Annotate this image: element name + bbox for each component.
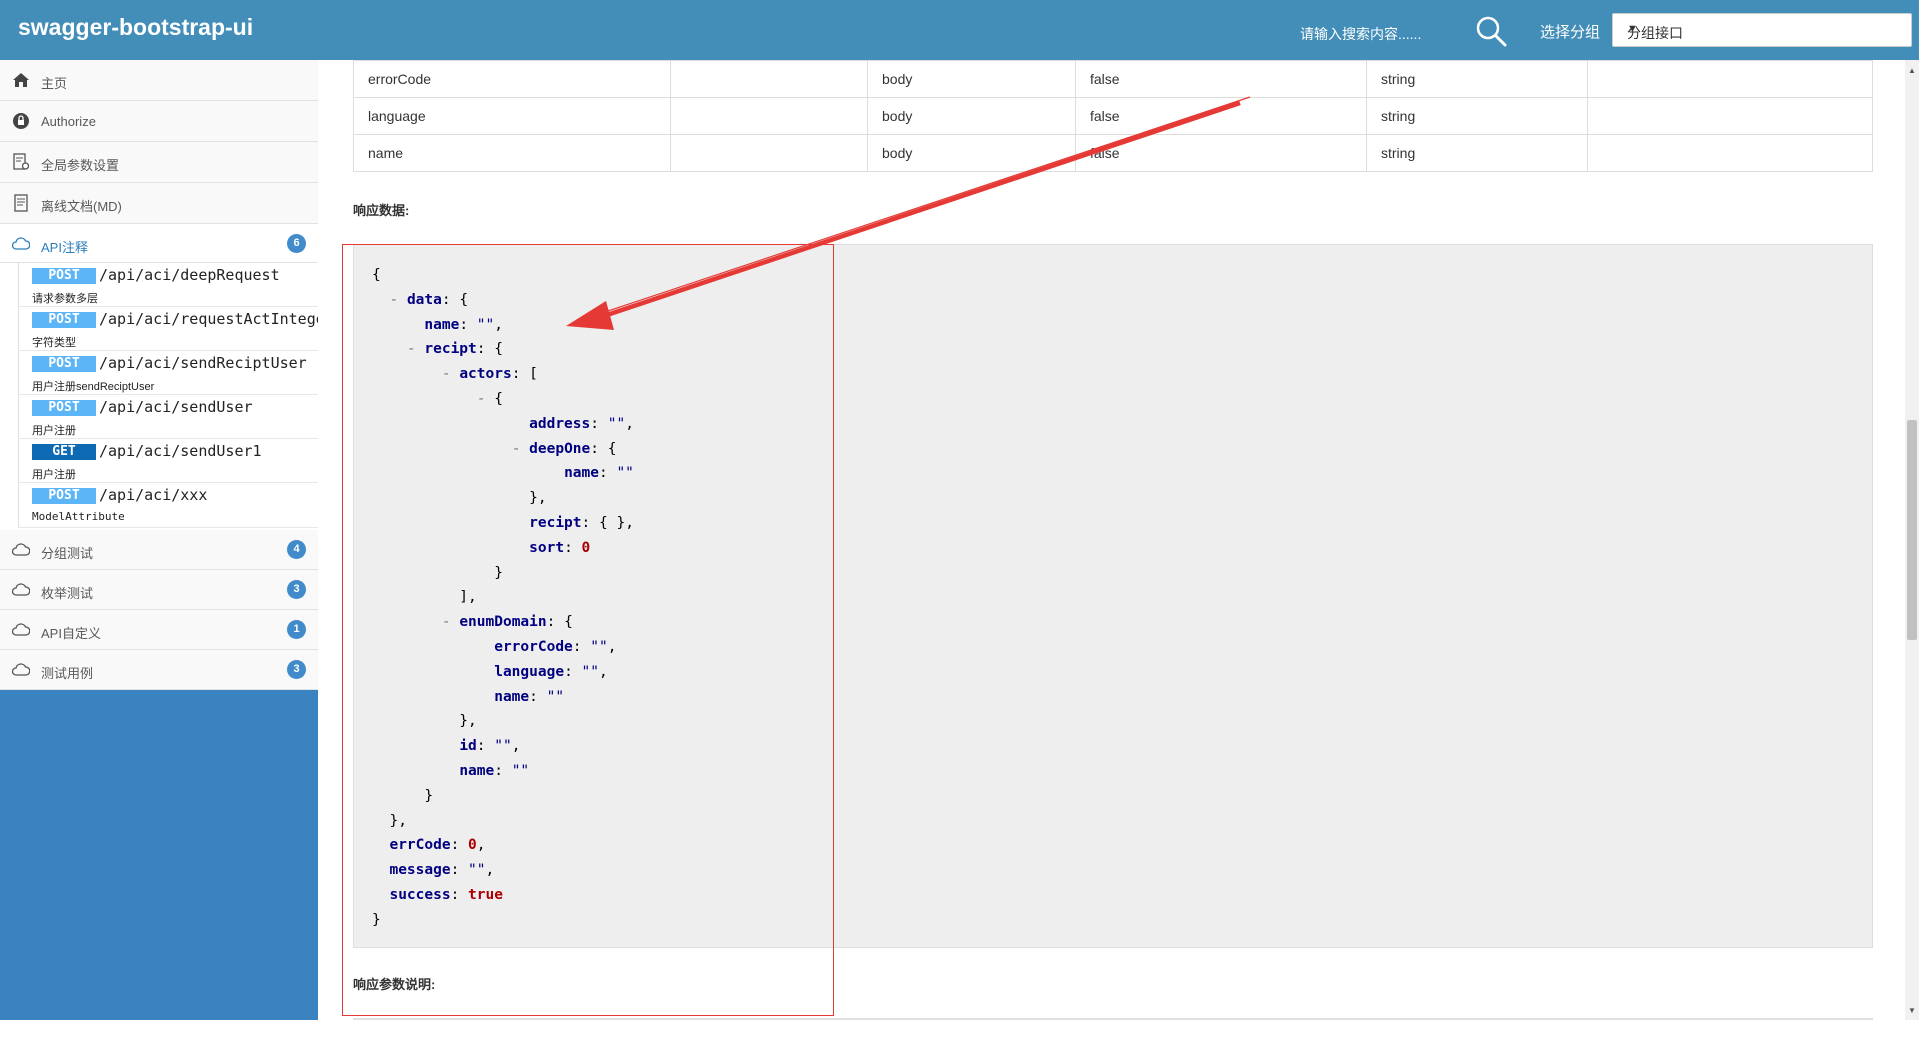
vertical-scrollbar[interactable]: ▲ ▼: [1905, 60, 1919, 1020]
table-cell: errorCode: [353, 60, 671, 98]
table-cell: [670, 97, 868, 135]
table-cell: string: [1366, 60, 1588, 98]
sidebar-item-label: 枚举测试: [41, 586, 94, 601]
table-cell: [670, 134, 868, 172]
sidebar-item-label: 离线文档(MD): [41, 199, 122, 214]
api-list: POST /api/aci/deepRequest 请求参数多层 POST /a…: [0, 263, 318, 530]
count-badge: 3: [287, 580, 306, 599]
sidebar-item-group-test[interactable]: 分组测试 4: [0, 530, 318, 570]
sidebar: 主页 Authorize 全局参数设置 离线文档(MD) API注释 6 POS…: [0, 60, 318, 1020]
table-cell: false: [1075, 134, 1367, 172]
sidebar-item-label: 分组测试: [41, 546, 94, 561]
table-row: errorCode body false string: [353, 60, 1873, 98]
table-cell: language: [353, 97, 671, 135]
sidebar-item-offline-doc[interactable]: 离线文档(MD): [0, 183, 318, 224]
sidebar-item-label: API自定义: [41, 626, 101, 641]
table-cell: name: [353, 134, 671, 172]
api-path: /api/aci/requestActInteger: [99, 310, 318, 328]
table-cell: false: [1075, 60, 1367, 98]
method-badge: POST: [32, 356, 96, 372]
sidebar-item-label: API注释: [41, 240, 88, 255]
document-icon: [14, 194, 28, 212]
sidebar-item-label: 主页: [41, 76, 68, 91]
settings-doc-icon: [13, 153, 30, 170]
cloud-icon: [12, 623, 30, 636]
table-cell: [670, 60, 868, 98]
count-badge: 1: [287, 620, 306, 639]
api-desc: 用户注册sendReciptUser: [32, 381, 155, 393]
table-row: name body false string: [353, 134, 1873, 172]
api-item-xxx[interactable]: POST /api/aci/xxx ModelAttribute: [18, 483, 318, 528]
count-badge: 3: [287, 660, 306, 679]
scrollbar-thumb[interactable]: [1907, 420, 1917, 640]
table-row: language body false string: [353, 97, 1873, 135]
api-desc: 字符类型: [32, 337, 76, 349]
sidebar-item-label: 测试用例: [41, 666, 94, 681]
api-desc: 用户注册: [32, 425, 76, 437]
api-path: /api/aci/sendUser: [99, 398, 253, 416]
sidebar-item-test-cases[interactable]: 测试用例 3: [0, 650, 318, 690]
search-placeholder[interactable]: 请输入搜索内容......: [1300, 24, 1421, 44]
group-select-label: 选择分组: [1540, 24, 1601, 41]
home-icon: [13, 73, 29, 87]
table-cell: body: [867, 60, 1076, 98]
sidebar-item-global-params[interactable]: 全局参数设置: [0, 142, 318, 183]
sidebar-item-authorize[interactable]: Authorize: [0, 101, 318, 142]
method-badge: POST: [32, 488, 96, 504]
api-path: /api/aci/xxx: [99, 486, 208, 504]
api-path: /api/aci/deepRequest: [99, 266, 280, 284]
cloud-icon: [12, 663, 30, 676]
cloud-icon: [12, 543, 30, 556]
request-params-table: errorCode body false string language bod…: [353, 60, 1873, 172]
group-select[interactable]: 分组接口 ▼: [1612, 13, 1912, 47]
table-cell: false: [1075, 97, 1367, 135]
table-cell: string: [1366, 97, 1588, 135]
scroll-down-icon[interactable]: ▼: [1908, 1006, 1916, 1015]
sidebar-item-api-custom[interactable]: API自定义 1: [0, 610, 318, 650]
table-top-border: [353, 1018, 1873, 1020]
search-icon[interactable]: [1474, 14, 1508, 48]
api-desc: 用户注册: [32, 469, 76, 481]
api-item-send-user[interactable]: POST /api/aci/sendUser 用户注册: [18, 395, 318, 439]
scroll-up-icon[interactable]: ▲: [1908, 66, 1916, 75]
sidebar-item-label: 全局参数设置: [41, 158, 120, 173]
table-cell: string: [1366, 134, 1588, 172]
sidebar-item-home[interactable]: 主页: [0, 60, 318, 101]
table-cell: [1587, 134, 1873, 172]
response-data-title: 响应数据:: [353, 203, 410, 218]
method-badge: POST: [32, 312, 96, 328]
api-path: /api/aci/sendReciptUser: [99, 354, 307, 372]
cloud-icon: [12, 583, 30, 596]
lock-icon: [13, 113, 29, 129]
count-badge: 4: [287, 540, 306, 559]
table-cell: body: [867, 97, 1076, 135]
count-badge: 6: [287, 234, 306, 253]
method-badge: POST: [32, 268, 96, 284]
table-cell: [1587, 97, 1873, 135]
api-item-deep-request[interactable]: POST /api/aci/deepRequest 请求参数多层: [18, 263, 318, 307]
sidebar-item-api-notes[interactable]: API注释 6: [0, 224, 318, 263]
brand-title[interactable]: swagger-bootstrap-ui: [18, 14, 253, 41]
cloud-icon: [12, 237, 30, 250]
api-path: /api/aci/sendUser1: [99, 442, 262, 460]
api-desc: 请求参数多层: [32, 293, 98, 305]
api-desc: ModelAttribute: [32, 510, 125, 523]
annotation-highlight-box: [342, 244, 834, 1016]
api-item-send-user1[interactable]: GET /api/aci/sendUser1 用户注册: [18, 439, 318, 483]
api-item-request-act-integer[interactable]: POST /api/aci/requestActInteger 字符类型: [18, 307, 318, 351]
method-badge: POST: [32, 400, 96, 416]
table-cell: [1587, 60, 1873, 98]
table-cell: body: [867, 134, 1076, 172]
method-badge: GET: [32, 444, 96, 460]
sidebar-item-enum-test[interactable]: 枚举测试 3: [0, 570, 318, 610]
top-navbar: swagger-bootstrap-ui 请输入搜索内容...... 选择分组 …: [0, 0, 1919, 60]
sidebar-item-label: Authorize: [41, 114, 96, 129]
chevron-down-icon: ▼: [1627, 23, 1638, 35]
api-item-send-recipt-user[interactable]: POST /api/aci/sendReciptUser 用户注册sendRec…: [18, 351, 318, 395]
